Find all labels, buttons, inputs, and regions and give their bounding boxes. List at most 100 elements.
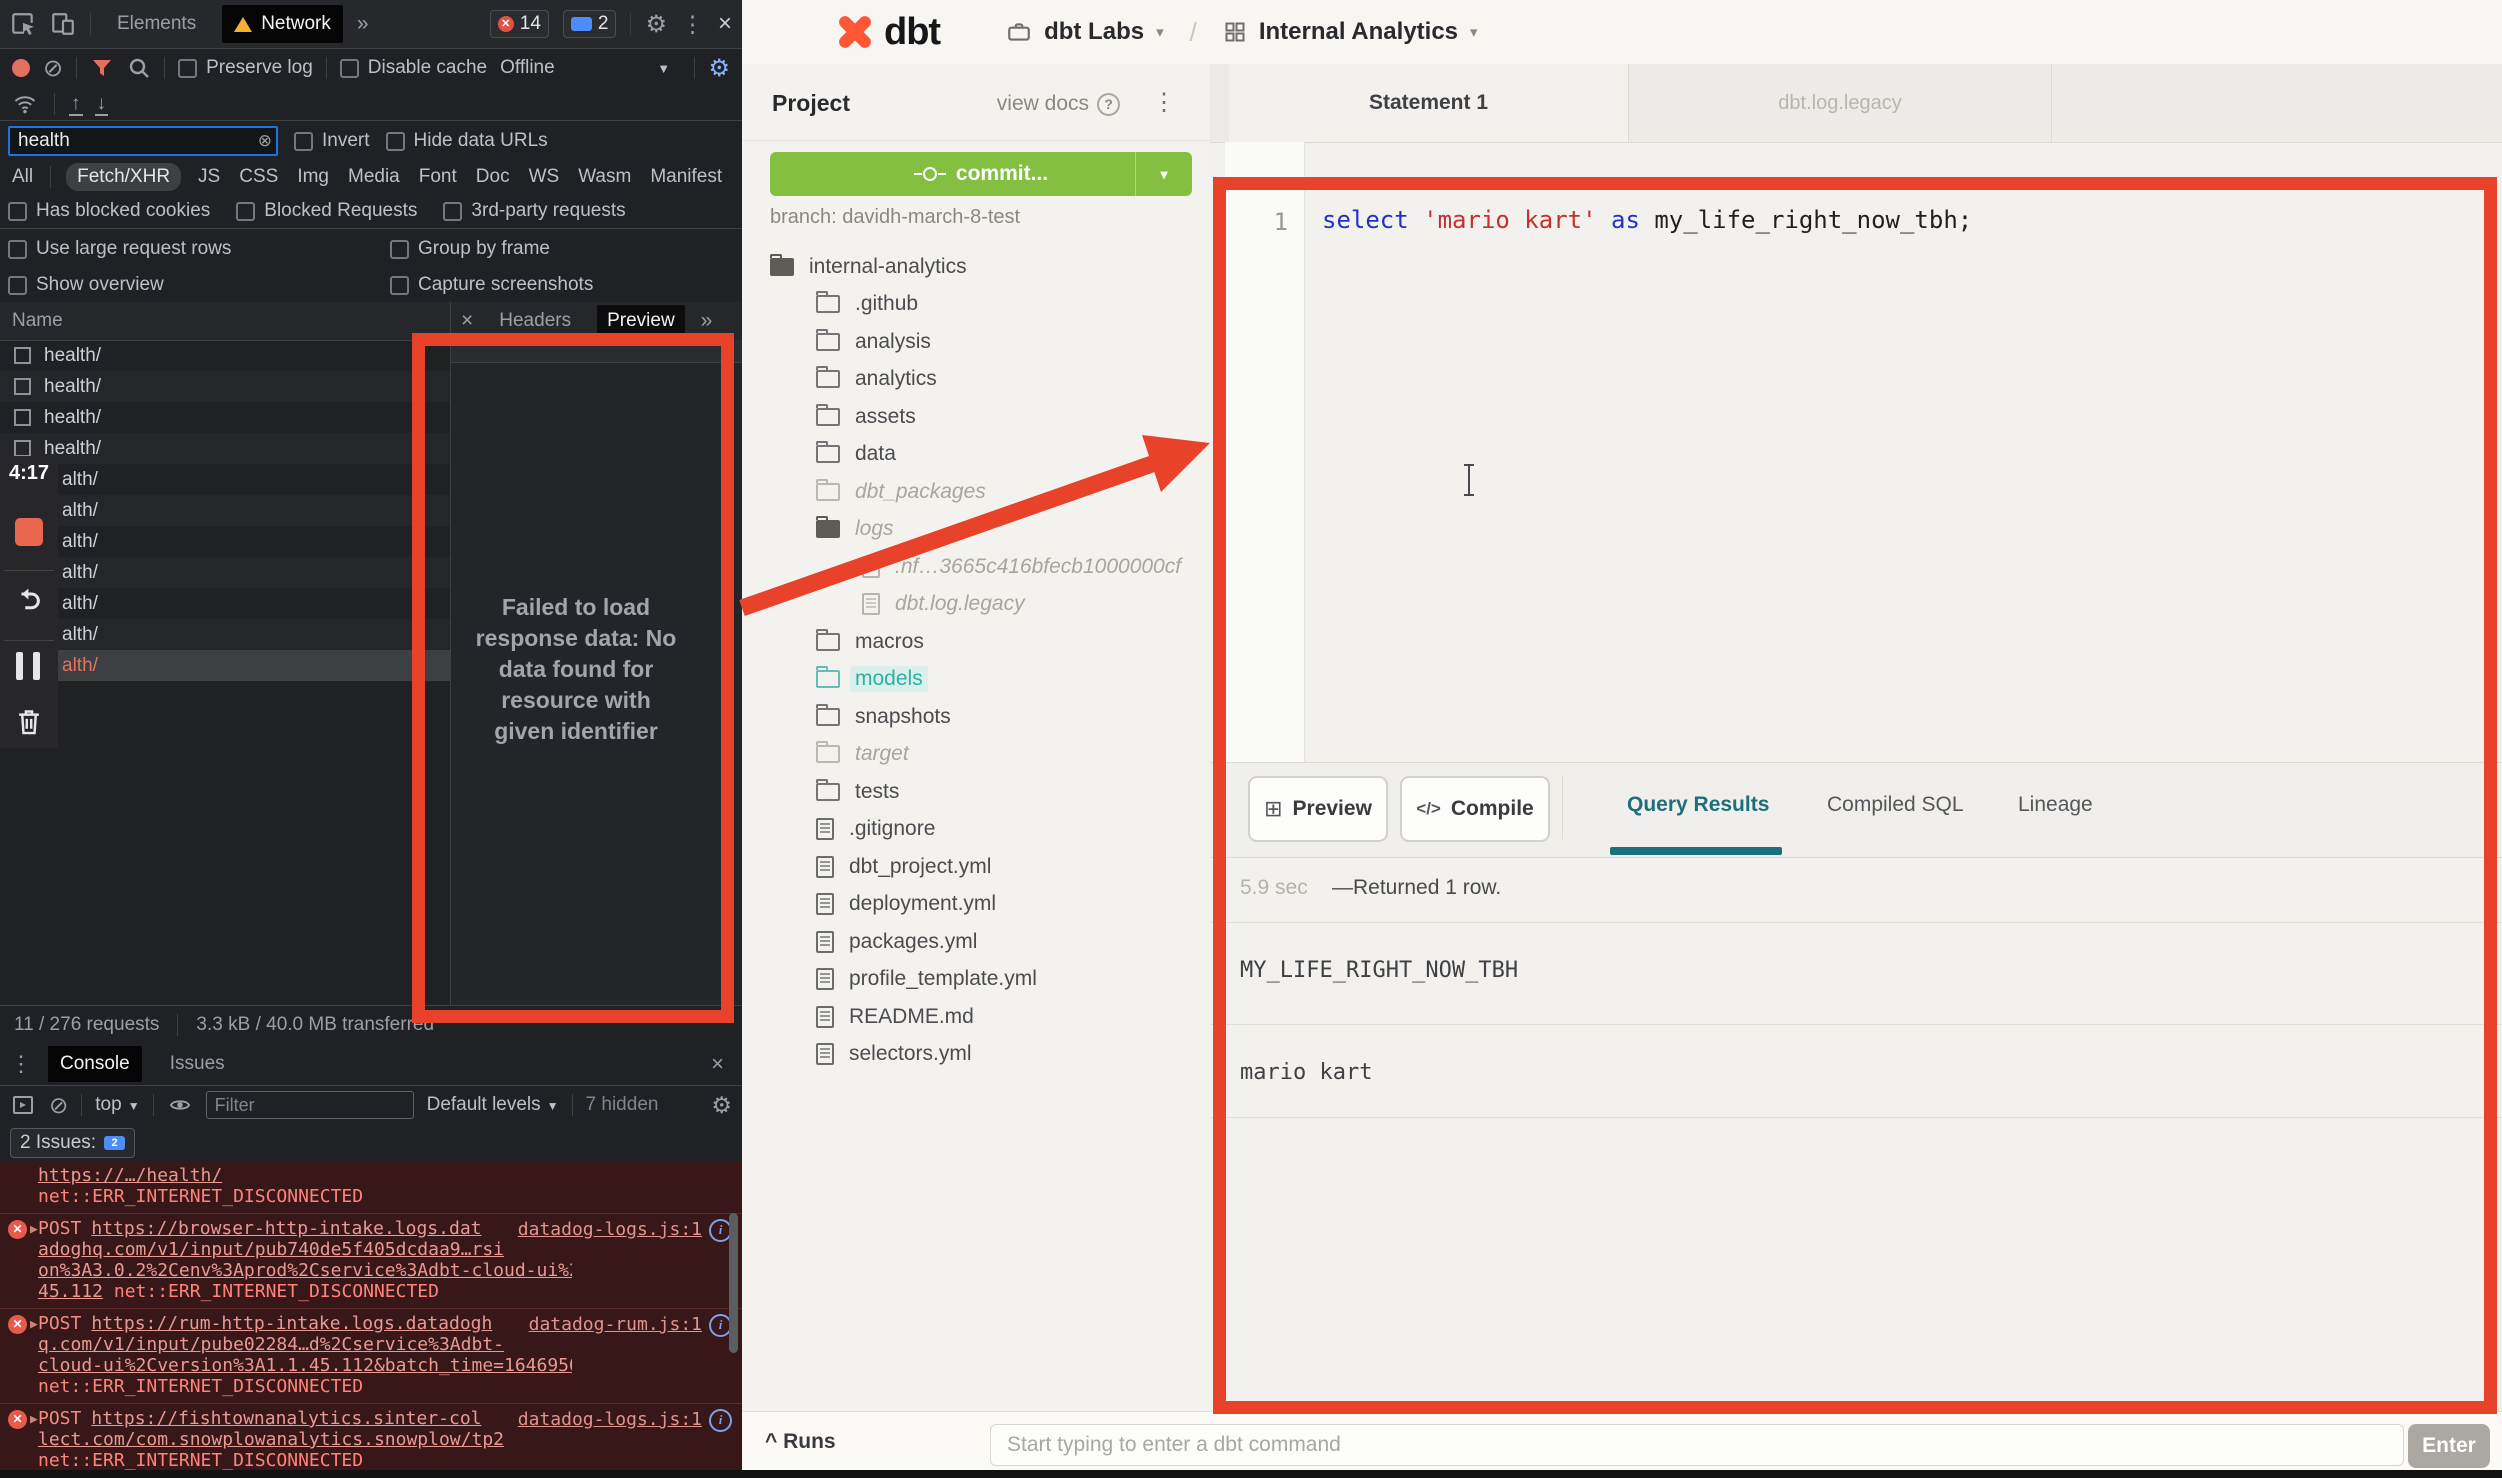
throttling-dropdown[interactable]: Offline▼ xyxy=(500,57,670,79)
tree-item-logs[interactable]: logs xyxy=(742,511,1210,549)
close-devtools-icon[interactable]: × xyxy=(718,10,732,38)
more-tabs-chevron[interactable]: » xyxy=(357,12,369,36)
import-har-icon[interactable]: ↑ xyxy=(71,97,81,111)
console-settings-gear-icon[interactable]: ⚙ xyxy=(711,1092,732,1119)
tab-compiled-sql[interactable]: Compiled SQL xyxy=(1827,793,1964,817)
hide-data-urls-checkbox[interactable]: Hide data URLs xyxy=(386,130,548,152)
preserve-log-checkbox[interactable]: Preserve log xyxy=(178,57,313,79)
pause-recording-button[interactable] xyxy=(16,652,42,680)
tab-issues[interactable]: Issues xyxy=(158,1046,237,1082)
close-drawer-icon[interactable]: × xyxy=(711,1051,732,1077)
network-filter-input[interactable] xyxy=(8,126,278,156)
request-row[interactable]: alth/ xyxy=(0,619,450,650)
request-url[interactable]: https://browser-http-intake.logs.dat xyxy=(91,1218,481,1239)
tab-dbt-log-legacy[interactable]: dbt.log.legacy xyxy=(1629,64,2052,142)
tree-item-analytics[interactable]: analytics xyxy=(742,361,1210,399)
type-filter-css[interactable]: CSS xyxy=(237,163,280,191)
project-switcher[interactable]: Internal Analytics xyxy=(1259,18,1458,46)
tree-item-dbt-project-yml[interactable]: dbt_project.yml xyxy=(742,848,1210,886)
stop-recording-button[interactable] xyxy=(15,518,43,546)
undo-icon[interactable] xyxy=(13,584,45,614)
tree-item-gitignore[interactable]: .gitignore xyxy=(742,811,1210,849)
request-url[interactable]: cloud-ui%2Cversion%3A1.1.45.112&batch_ti… xyxy=(38,1355,572,1376)
request-row[interactable]: health/ xyxy=(0,340,450,371)
type-filter-all[interactable]: All xyxy=(10,163,35,191)
tree-item-profile-template-yml[interactable]: profile_template.yml xyxy=(742,961,1210,999)
request-row[interactable]: alth/ xyxy=(0,526,450,557)
runs-toggle[interactable]: ^ Runs xyxy=(765,1430,836,1454)
request-url[interactable]: https://rum-http-intake.logs.datadogh xyxy=(91,1313,492,1334)
tree-item-deployment-yml[interactable]: deployment.yml xyxy=(742,886,1210,924)
more-detail-tabs-chevron[interactable]: » xyxy=(701,309,713,333)
type-filter-font[interactable]: Font xyxy=(417,163,459,191)
device-toolbar-icon[interactable] xyxy=(50,11,76,37)
third-party-requests-checkbox[interactable]: 3rd-party requests xyxy=(443,200,625,222)
tree-item-nf-3665c416bfecb1000000cf[interactable]: .nf…3665c416bfecb1000000cf xyxy=(742,548,1210,586)
expand-caret-icon[interactable]: ▶ xyxy=(30,1219,38,1240)
eye-icon[interactable] xyxy=(167,1094,193,1116)
view-docs-link[interactable]: view docs? xyxy=(997,92,1120,116)
tree-item-packages-yml[interactable]: packages.yml xyxy=(742,923,1210,961)
request-url[interactable]: on%3A3.0.2%2Cenv%3Aprod%2Cservice%3Adbt-… xyxy=(38,1260,572,1281)
inspect-element-icon[interactable] xyxy=(10,11,36,37)
blocked-requests-checkbox[interactable]: Blocked Requests xyxy=(236,200,417,222)
expand-caret-icon[interactable]: ▶ xyxy=(30,1409,38,1430)
tree-item-assets[interactable]: assets xyxy=(742,398,1210,436)
capture-screenshots-checkbox[interactable]: Capture screenshots xyxy=(390,274,593,296)
tab-console[interactable]: Console xyxy=(48,1046,142,1082)
tree-item-dbt-log-legacy[interactable]: dbt.log.legacy xyxy=(742,586,1210,624)
request-row[interactable]: alth/ xyxy=(0,495,450,526)
drawer-kebab-icon[interactable]: ⋮ xyxy=(10,1051,32,1077)
request-row[interactable]: health/ xyxy=(0,402,450,433)
commit-dropdown-chevron[interactable]: ▾ xyxy=(1135,152,1192,196)
tab-statement-1[interactable]: Statement 1 xyxy=(1229,64,1629,142)
close-detail-icon[interactable]: × xyxy=(461,309,473,333)
filter-funnel-icon[interactable] xyxy=(90,56,114,80)
source-link[interactable]: datadog-logs.js:1 xyxy=(518,1219,702,1240)
tab-network[interactable]: Network xyxy=(222,5,343,43)
tree-item-selectors-yml[interactable]: selectors.yml xyxy=(742,1036,1210,1074)
clear-console-icon[interactable]: ⊘ xyxy=(49,1092,68,1119)
name-column-header[interactable]: Name xyxy=(12,310,63,332)
type-filter-fetch-xhr[interactable]: Fetch/XHR xyxy=(66,163,181,191)
request-row[interactable]: alth/ xyxy=(0,464,450,495)
console-filter-input[interactable] xyxy=(206,1091,414,1119)
request-row[interactable]: alth/ xyxy=(0,588,450,619)
type-filter-ws[interactable]: WS xyxy=(527,163,562,191)
issues-count-badge[interactable]: 2 xyxy=(563,10,617,38)
type-filter-wasm[interactable]: Wasm xyxy=(576,163,633,191)
source-link[interactable]: datadog-rum.js:1 xyxy=(529,1314,702,1335)
tab-headers[interactable]: Headers xyxy=(489,305,581,337)
tree-item-analysis[interactable]: analysis xyxy=(742,323,1210,361)
context-selector[interactable]: top▼ xyxy=(95,1094,139,1116)
sql-code-line[interactable]: select 'mario kart' as my_life_right_now… xyxy=(1322,206,1972,234)
clear-network-log-icon[interactable]: ⊘ xyxy=(43,54,63,83)
tab-lineage[interactable]: Lineage xyxy=(2018,793,2093,817)
dbt-logo-icon[interactable] xyxy=(834,11,876,53)
commit-button[interactable]: commit... ▾ xyxy=(770,152,1192,196)
invert-checkbox[interactable]: Invert xyxy=(294,130,370,152)
tree-item-macros[interactable]: macros xyxy=(742,623,1210,661)
type-filter-js[interactable]: JS xyxy=(196,163,222,191)
tree-item-github[interactable]: .github xyxy=(742,286,1210,324)
clear-filter-icon[interactable]: ⊗ xyxy=(258,131,272,151)
kebab-menu-icon[interactable]: ⋮ xyxy=(681,11,704,38)
type-filter-doc[interactable]: Doc xyxy=(474,163,512,191)
request-url[interactable]: https://fishtownanalytics.sinter-col xyxy=(91,1408,481,1429)
enter-button[interactable]: Enter xyxy=(2408,1424,2490,1468)
network-settings-gear-icon[interactable]: ⚙ xyxy=(708,54,730,83)
tree-item-models[interactable]: models xyxy=(742,661,1210,699)
disable-cache-checkbox[interactable]: Disable cache xyxy=(340,57,487,79)
group-by-frame-checkbox[interactable]: Group by frame xyxy=(390,238,550,260)
use-large-request-rows-checkbox[interactable]: Use large request rows xyxy=(8,238,231,260)
compile-button[interactable]: </>Compile xyxy=(1400,776,1550,842)
account-switcher[interactable]: dbt Labs xyxy=(1044,18,1144,46)
tree-item-data[interactable]: data xyxy=(742,436,1210,474)
tab-preview[interactable]: Preview xyxy=(597,305,685,337)
type-filter-media[interactable]: Media xyxy=(346,163,402,191)
request-url[interactable]: lect.com/com.snowplowanalytics.snowplow/… xyxy=(38,1429,504,1450)
show-overview-checkbox[interactable]: Show overview xyxy=(8,274,164,296)
dbt-command-input[interactable] xyxy=(990,1424,2404,1466)
request-row[interactable]: health/ xyxy=(0,433,450,464)
tree-item-snapshots[interactable]: snapshots xyxy=(742,698,1210,736)
